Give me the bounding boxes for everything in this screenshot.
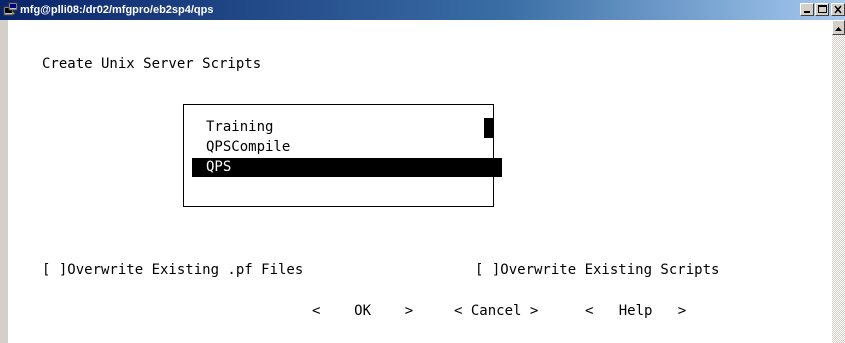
help-button[interactable]: < Help > — [585, 303, 686, 319]
putty-terminal-icon[interactable] — [3, 2, 19, 18]
minimize-button[interactable] — [800, 3, 814, 16]
maximize-button[interactable] — [815, 3, 829, 16]
list-item-qps-selected[interactable]: QPS — [192, 158, 502, 177]
arrow-up-icon — [835, 27, 842, 31]
close-icon — [834, 5, 842, 14]
list-item-qpscompile[interactable]: QPSCompile — [206, 139, 290, 155]
list-item-label: QPS — [206, 159, 232, 175]
page-title: Create Unix Server Scripts — [42, 56, 262, 72]
maximize-icon — [818, 5, 827, 13]
scroll-up-button[interactable] — [832, 20, 845, 35]
window-left-border — [0, 20, 8, 343]
list-scroll-thumb[interactable] — [484, 118, 493, 138]
minimize-icon — [804, 11, 810, 13]
terminal-screen[interactable]: Create Unix Server Scripts Training QPSC… — [8, 20, 832, 343]
cancel-button[interactable]: < Cancel > — [454, 303, 538, 319]
overwrite-scripts-checkbox[interactable]: [ ]Overwrite Existing Scripts — [475, 262, 719, 278]
script-type-list[interactable]: Training QPSCompile QPS — [183, 104, 502, 207]
ok-button[interactable]: < OK > — [312, 303, 413, 319]
overwrite-pf-checkbox[interactable]: [ ]Overwrite Existing .pf Files — [42, 262, 303, 278]
close-button[interactable] — [831, 3, 845, 16]
vertical-scrollbar[interactable] — [832, 20, 845, 343]
window-titlebar[interactable]: mfg@plli08:/dr02/mfgpro/eb2sp4/qps — [0, 0, 845, 20]
window-title: mfg@plli08:/dr02/mfgpro/eb2sp4/qps — [20, 4, 214, 16]
list-item-training[interactable]: Training — [206, 119, 273, 135]
